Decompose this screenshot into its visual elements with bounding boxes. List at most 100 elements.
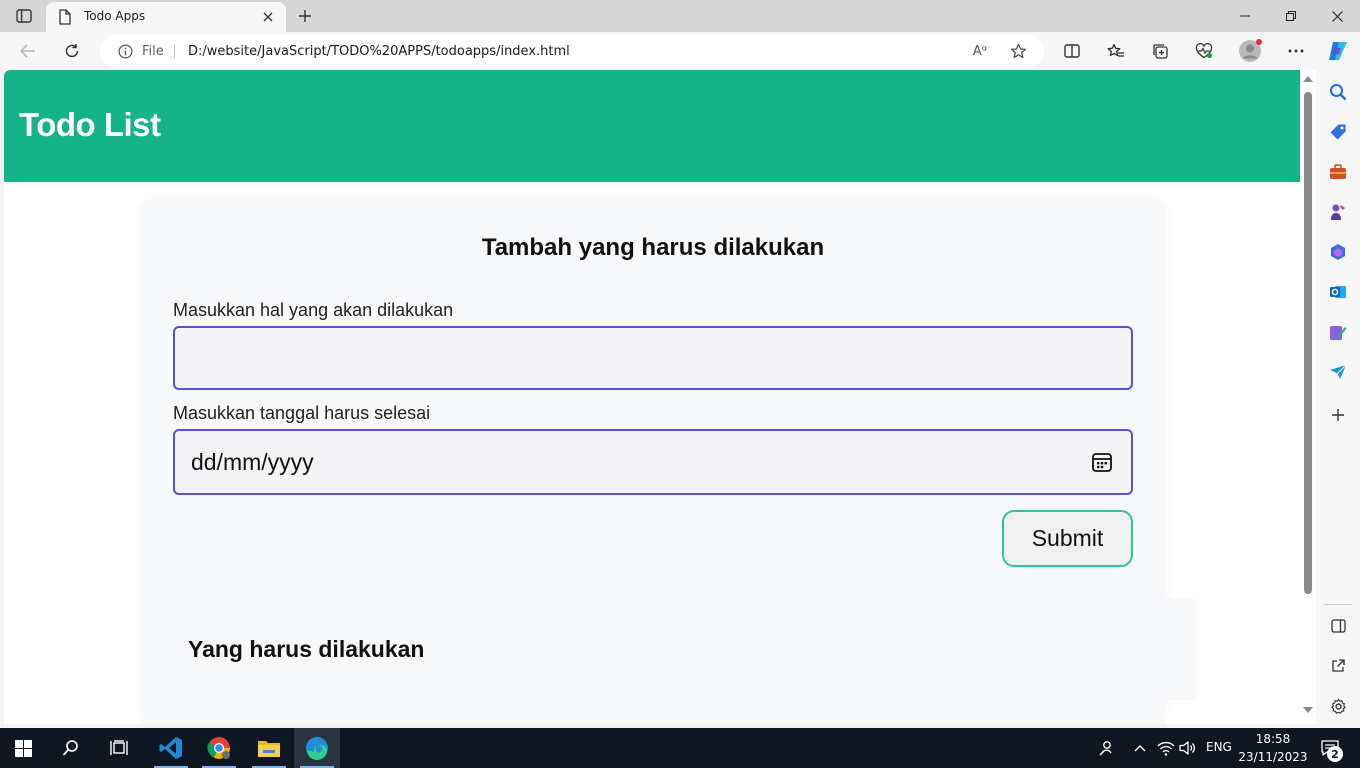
minimize-button[interactable]	[1222, 0, 1268, 32]
page-title: Todo List	[19, 106, 161, 143]
clock-time[interactable]: 18:58	[1238, 732, 1308, 746]
task-view-button[interactable]	[96, 728, 142, 768]
scroll-down-arrow[interactable]	[1303, 707, 1313, 713]
browser-essentials-button[interactable]	[1190, 37, 1218, 65]
star-icon	[1010, 43, 1026, 58]
address-bar[interactable]: File D:/website/JavaScript/TODO%20APPS/t…	[100, 35, 1044, 67]
close-icon	[1331, 10, 1343, 22]
taskbar-edge[interactable]	[294, 728, 340, 768]
more-horizontal-icon	[1288, 49, 1304, 53]
tab-strip: Todo Apps	[0, 0, 1360, 32]
volume-button[interactable]	[1176, 736, 1200, 760]
chevron-up-icon	[1134, 745, 1146, 752]
read-aloud-button[interactable]: Aᵅ	[968, 39, 992, 63]
external-link-icon	[1332, 659, 1345, 672]
todo-date-input[interactable]: dd/mm/yyyy	[173, 429, 1133, 495]
tab-actions-icon	[16, 9, 32, 23]
sidebar-search-button[interactable]	[1326, 80, 1350, 104]
sidebar-outlook-button[interactable]	[1326, 280, 1350, 304]
sidebar-open-external-button[interactable]	[1326, 654, 1350, 678]
todo-list-section: Yang harus dilakukan	[141, 598, 1197, 700]
speaker-icon	[1179, 741, 1195, 755]
url-text[interactable]: D:/website/JavaScript/TODO%20APPS/todoap…	[188, 44, 570, 59]
sidebar-shopping-button[interactable]	[1326, 120, 1350, 144]
sidebar-panel-icon	[1330, 619, 1346, 633]
restore-button[interactable]	[1268, 0, 1314, 32]
notification-count-badge: 2	[1327, 746, 1343, 762]
page-header: Todo List	[4, 70, 1300, 182]
calendar-icon[interactable]	[1089, 449, 1115, 475]
date-placeholder: dd/mm/yyyy	[191, 449, 314, 475]
sidebar-games-button[interactable]	[1326, 200, 1350, 224]
sidebar-settings-button[interactable]	[1326, 694, 1350, 718]
minimize-icon	[1240, 15, 1250, 17]
todo-title-input[interactable]	[173, 326, 1133, 390]
window-close-button[interactable]	[1314, 0, 1360, 32]
windows-taskbar: ENG 18:58 23/11/2023	[0, 728, 1360, 768]
sidebar-layout-button[interactable]	[1326, 614, 1350, 638]
tab-close-button[interactable]	[258, 7, 278, 27]
scroll-up-arrow[interactable]	[1303, 76, 1313, 82]
new-tab-button[interactable]	[292, 4, 318, 28]
document-icon	[59, 9, 71, 25]
tab-actions-button[interactable]	[10, 4, 38, 28]
start-button[interactable]	[0, 728, 46, 768]
plus-icon	[1332, 409, 1344, 421]
sidebar-m365-button[interactable]	[1326, 240, 1350, 264]
todo-title-label: Masukkan hal yang akan dilakukan	[173, 300, 454, 320]
sidebar-drop-button[interactable]	[1326, 320, 1350, 344]
form-heading: Tambah yang harus dilakukan	[481, 234, 825, 261]
outlook-icon	[1330, 286, 1346, 298]
split-screen-icon	[1064, 44, 1080, 58]
edge-icon	[306, 737, 328, 760]
taskbar-chrome[interactable]	[196, 728, 242, 768]
clock-date[interactable]: 23/11/2023	[1238, 750, 1308, 764]
todo-date-label: Masukkan tanggal harus selesai	[173, 403, 431, 423]
show-hidden-icons-button[interactable]	[1128, 736, 1152, 760]
profile-button[interactable]	[1236, 37, 1264, 65]
refresh-button[interactable]	[58, 37, 86, 65]
edge-sidebar	[1316, 70, 1360, 728]
page-viewport: Todo List Tambah yang harus dilakukan Ma…	[4, 70, 1316, 724]
sidebar-tools-button[interactable]	[1326, 160, 1350, 184]
chrome-icon	[207, 737, 230, 759]
collections-button[interactable]	[1146, 37, 1174, 65]
submit-button[interactable]: Submit	[1002, 510, 1133, 567]
favorites-button[interactable]	[1102, 37, 1130, 65]
restore-icon	[1286, 11, 1296, 21]
split-screen-button[interactable]	[1058, 37, 1086, 65]
tab-title: Todo Apps	[84, 9, 146, 23]
site-info-label[interactable]: File	[142, 44, 164, 59]
network-button[interactable]	[1154, 736, 1178, 760]
gear-icon	[1330, 698, 1346, 714]
sidebar-add-button[interactable]	[1326, 403, 1350, 427]
heart-pulse-icon	[1195, 43, 1213, 59]
browser-tab[interactable]: Todo Apps	[46, 2, 286, 32]
windows-logo-icon	[14, 739, 32, 757]
copilot-button[interactable]	[1324, 37, 1352, 65]
refresh-icon	[65, 44, 79, 58]
close-icon	[263, 12, 273, 22]
page-scrollbar[interactable]	[1300, 70, 1316, 724]
add-favorite-button[interactable]	[1006, 39, 1030, 63]
info-icon	[118, 44, 133, 59]
read-aloud-icon: Aᵅ	[972, 43, 988, 59]
people-icon	[1099, 741, 1112, 756]
language-indicator[interactable]: ENG	[1206, 740, 1232, 754]
sidebar-divider	[1324, 604, 1352, 605]
copilot-icon	[1329, 42, 1347, 60]
back-button[interactable]	[14, 37, 42, 65]
search-icon	[1330, 84, 1347, 101]
sidebar-send-button[interactable]	[1326, 360, 1350, 384]
taskbar-search-button[interactable]	[48, 728, 94, 768]
tray-people-button[interactable]	[1094, 736, 1118, 760]
folder-icon	[258, 741, 280, 757]
lower-section	[141, 714, 1165, 724]
scroll-thumb[interactable]	[1304, 92, 1312, 594]
arrow-left-icon	[20, 44, 35, 58]
more-menu-button[interactable]	[1282, 37, 1310, 65]
todo-list-heading: Yang harus dilakukan	[188, 636, 425, 662]
paper-plane-icon	[1330, 364, 1347, 379]
taskbar-vscode[interactable]	[148, 728, 194, 768]
taskbar-file-explorer[interactable]	[246, 728, 292, 768]
